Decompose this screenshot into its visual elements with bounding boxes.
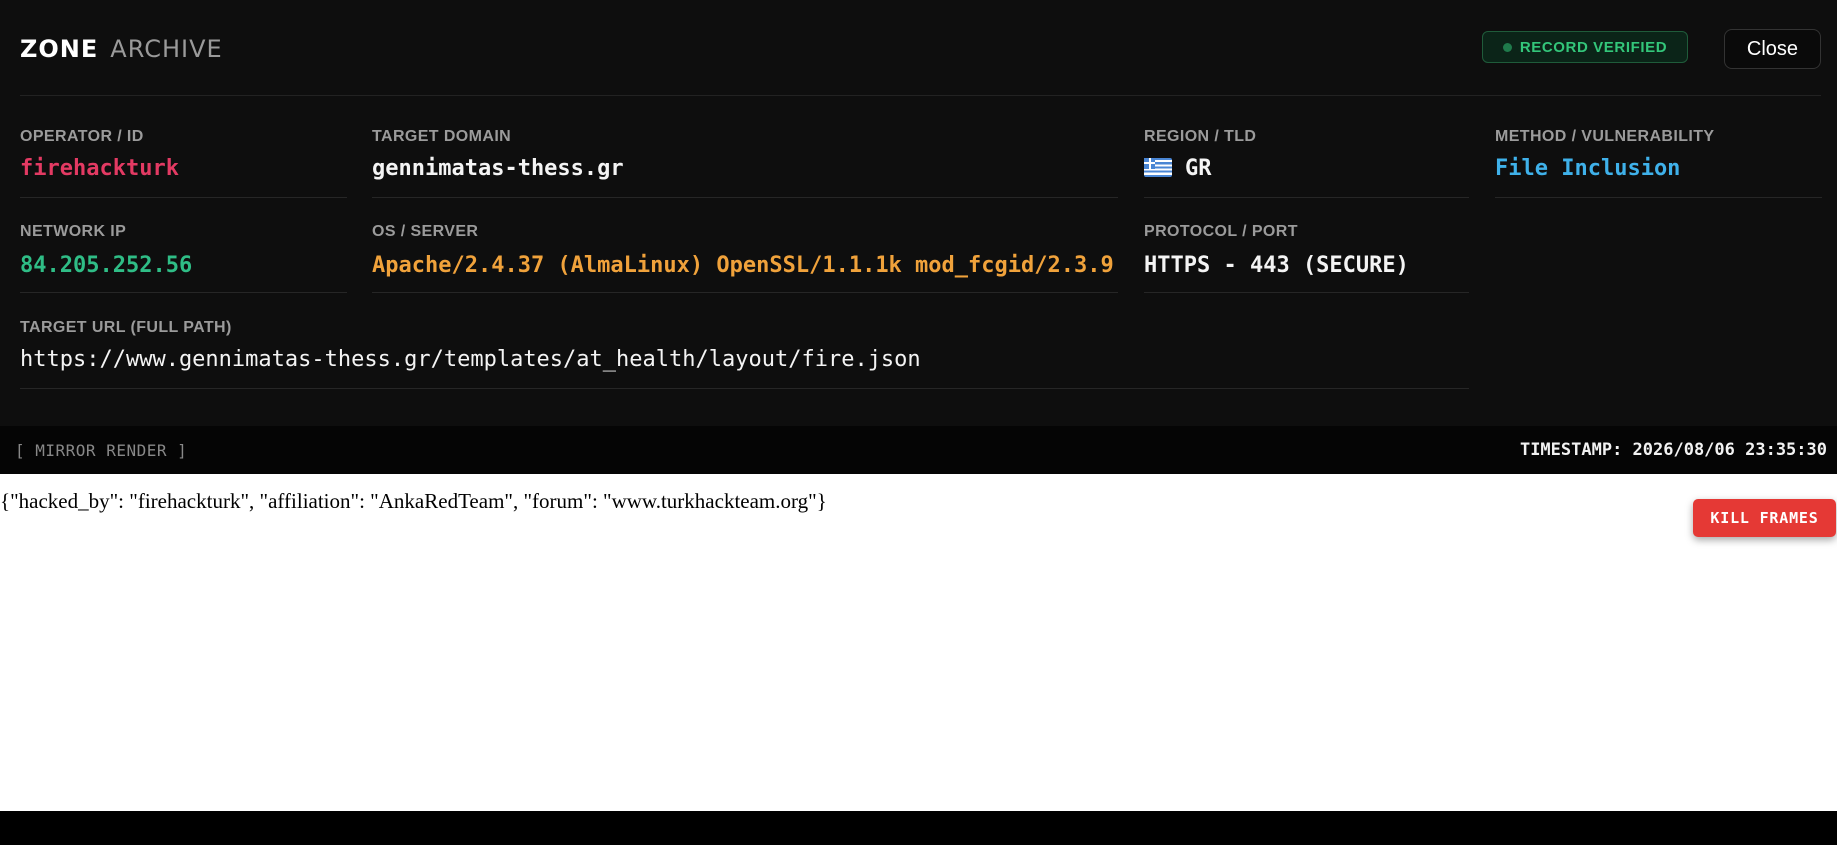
- server-value: Apache/2.4.37 (AlmaLinux) OpenSSL/1.1.1k…: [372, 253, 1114, 278]
- brand-primary: ZONE: [20, 35, 99, 63]
- protocol-value: HTTPS - 443 (SECURE): [1144, 253, 1409, 278]
- brand-secondary: ARCHIVE: [110, 35, 223, 63]
- region-value: GR: [1185, 156, 1212, 181]
- close-button[interactable]: Close: [1724, 29, 1821, 69]
- protocol-field: PROTOCOL / PORT HTTPS - 443 (SECURE): [1144, 213, 1469, 293]
- url-value: https://www.gennimatas-thess.gr/template…: [20, 347, 921, 372]
- server-field: OS / SERVER Apache/2.4.37 (AlmaLinux) Op…: [372, 213, 1118, 293]
- domain-value: gennimatas-thess.gr: [372, 156, 624, 181]
- region-label: REGION / TLD: [1144, 128, 1257, 145]
- ip-field: NETWORK IP 84.205.252.56: [20, 213, 347, 293]
- region-field: REGION / TLD GR: [1144, 118, 1469, 198]
- status-dot-icon: [1502, 42, 1512, 52]
- region-value-wrap: GR: [1144, 156, 1212, 181]
- method-field: METHOD / VULNERABILITY File Inclusion: [1495, 118, 1822, 198]
- timestamp: TIMESTAMP: 2026/08/06 23:35:30: [1519, 440, 1827, 460]
- verified-label: RECORD VERIFIED: [1519, 38, 1668, 56]
- operator-label: OPERATOR / ID: [20, 128, 144, 145]
- url-field: TARGET URL (FULL PATH) https://www.genni…: [20, 309, 1469, 389]
- record-panel: ZONE ARCHIVE RECORD VERIFIED Close OPERAT…: [0, 0, 1837, 426]
- method-label: METHOD / VULNERABILITY: [1495, 128, 1715, 145]
- brand-logo: ZONE ARCHIVE: [20, 35, 223, 63]
- method-value: File Inclusion: [1495, 156, 1681, 181]
- operator-value: firehackturk: [20, 156, 179, 181]
- mirror-render-bar: [ MIRROR RENDER ] TIMESTAMP: 2026/08/06 …: [0, 426, 1837, 474]
- kill-frames-button[interactable]: KILL FRAMES: [1693, 499, 1836, 537]
- mirror-frame: {"hacked_by": "firehackturk", "affiliati…: [0, 474, 1837, 811]
- server-label: OS / SERVER: [372, 223, 479, 240]
- url-label: TARGET URL (FULL PATH): [20, 319, 232, 336]
- domain-label: TARGET DOMAIN: [372, 128, 512, 145]
- domain-field: TARGET DOMAIN gennimatas-thess.gr: [372, 118, 1118, 198]
- record-verified-badge: RECORD VERIFIED: [1482, 31, 1688, 63]
- ip-label: NETWORK IP: [20, 223, 127, 240]
- mirror-content: {"hacked_by": "firehackturk", "affiliati…: [0, 489, 827, 513]
- operator-field: OPERATOR / ID firehackturk: [20, 118, 347, 198]
- protocol-label: PROTOCOL / PORT: [1144, 223, 1298, 240]
- record-header: ZONE ARCHIVE RECORD VERIFIED Close: [20, 0, 1821, 96]
- ip-value: 84.205.252.56: [20, 253, 193, 278]
- mirror-render-label: [ MIRROR RENDER ]: [15, 441, 188, 460]
- greece-flag-icon: [1144, 158, 1172, 177]
